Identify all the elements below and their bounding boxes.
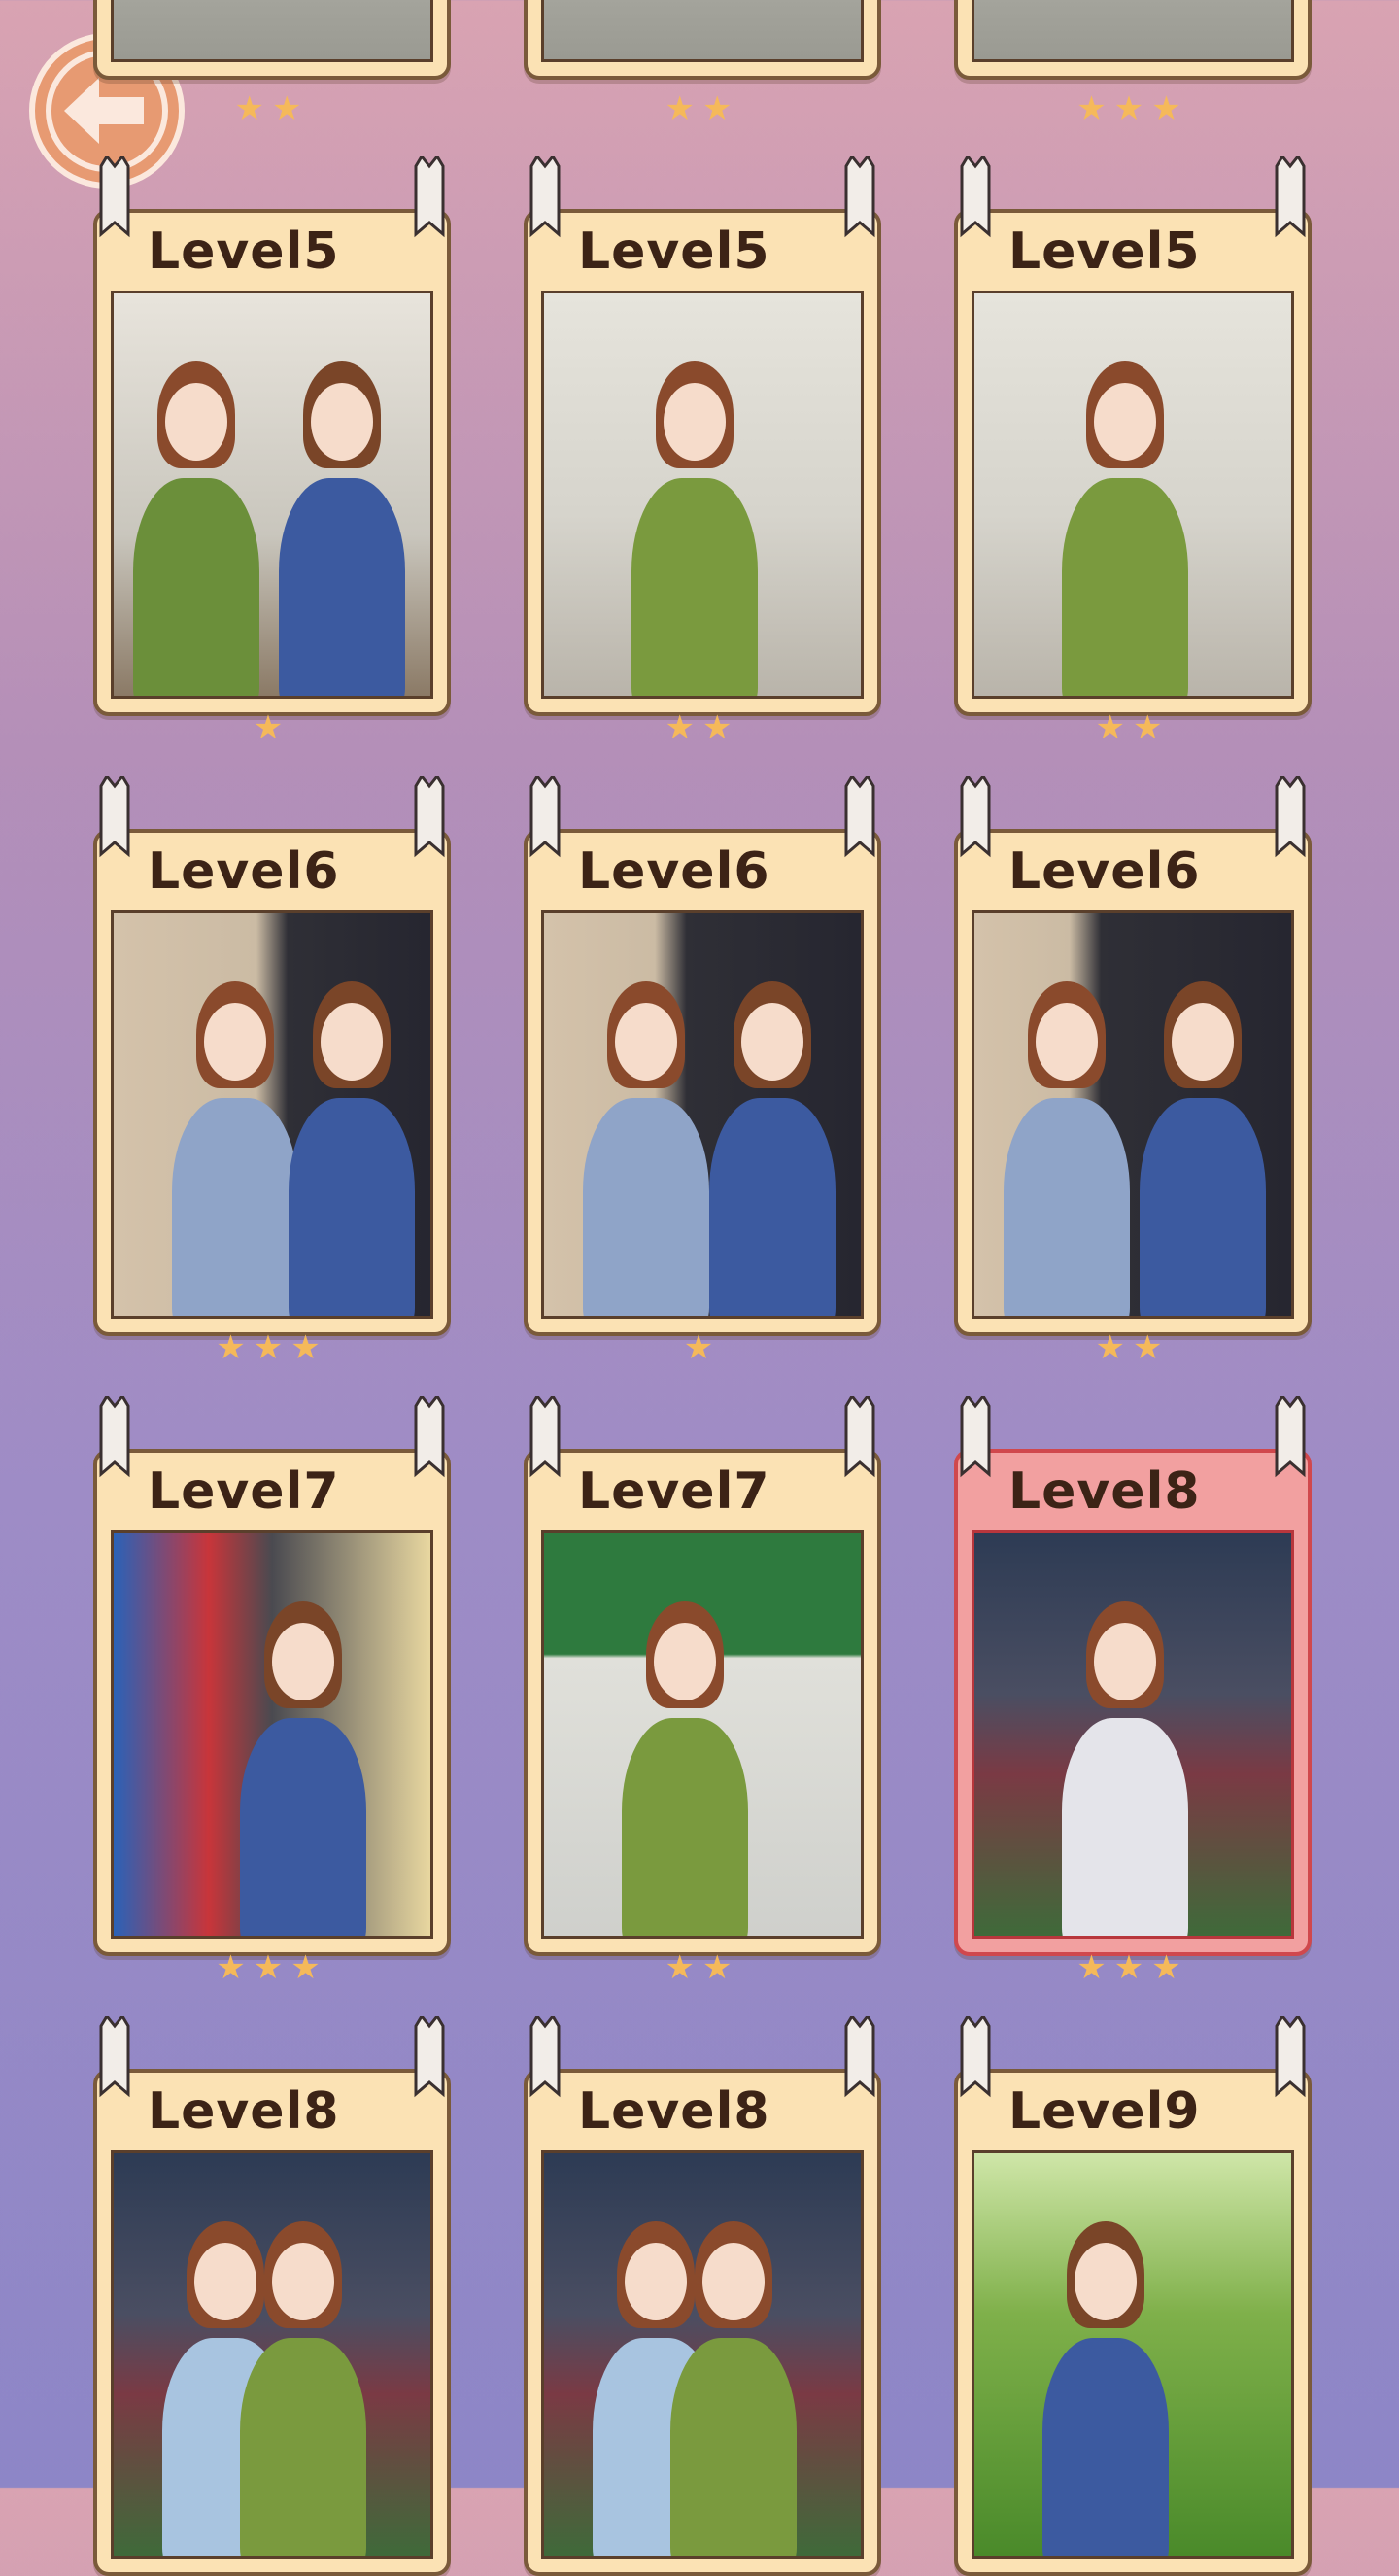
star-rating: ★★★ [216, 1328, 328, 1367]
level-thumbnail [111, 2150, 433, 2559]
level-card[interactable]: Level8 [954, 1396, 1312, 1956]
star-rating: ★★★ [1076, 89, 1189, 128]
star-rating: ★★ [234, 89, 310, 128]
ribbon-icon [414, 1396, 445, 1478]
level-label: Level9 [1008, 2082, 1201, 2141]
ribbon-icon [960, 1396, 991, 1478]
ribbon-icon [99, 776, 130, 858]
level-thumbnail [972, 0, 1294, 62]
ribbon-icon [529, 156, 561, 238]
level-thumbnail [972, 2150, 1294, 2559]
ribbon-icon [414, 776, 445, 858]
level-thumbnail [111, 291, 433, 699]
star-rating: ★ [683, 1328, 722, 1367]
character-figure [1042, 2338, 1169, 2556]
ribbon-icon [960, 776, 991, 858]
ribbon-icon [99, 1396, 130, 1478]
character-figure [1004, 1098, 1130, 1316]
character-figure [709, 1098, 836, 1316]
level-card[interactable]: Level8 [524, 2016, 881, 2576]
level-card[interactable]: Level7 [93, 1396, 451, 1956]
level-label: Level8 [148, 2082, 340, 2141]
level-thumbnail [972, 910, 1294, 1319]
level-card[interactable]: Level9 [954, 2016, 1312, 2576]
ribbon-icon [844, 2016, 875, 2098]
level-card[interactable]: Level6 [93, 776, 451, 1336]
character-figure [670, 2338, 797, 2556]
level-thumbnail [541, 1530, 864, 1939]
character-figure [240, 1718, 366, 1936]
level-thumbnail [541, 291, 864, 699]
ribbon-icon [1275, 776, 1306, 858]
ribbon-icon [414, 156, 445, 238]
character-figure [1062, 1718, 1188, 1936]
level-label: Level8 [578, 2082, 770, 2141]
star-rating: ★★ [665, 89, 740, 128]
level-label: Level5 [578, 223, 770, 281]
level-card[interactable]: Level7 [524, 1396, 881, 1956]
star-rating: ★★ [1095, 1328, 1171, 1367]
level-card-partial[interactable] [93, 0, 451, 80]
character-figure [133, 478, 259, 696]
level-card[interactable]: Level6 [524, 776, 881, 1336]
level-label: Level7 [578, 1462, 770, 1521]
ribbon-icon [529, 2016, 561, 2098]
level-label: Level6 [148, 842, 340, 901]
character-figure [622, 1718, 748, 1936]
star-rating: ★★★ [216, 1948, 328, 1987]
level-label: Level5 [148, 223, 340, 281]
level-thumbnail [972, 1530, 1294, 1939]
ribbon-icon [99, 156, 130, 238]
level-card-partial[interactable] [524, 0, 881, 80]
ribbon-icon [1275, 1396, 1306, 1478]
level-label: Level5 [1008, 223, 1201, 281]
character-figure [631, 478, 758, 696]
level-card-partial[interactable] [954, 0, 1312, 80]
star-rating: ★★ [665, 1948, 740, 1987]
star-rating: ★ [253, 708, 291, 747]
character-figure [172, 1098, 298, 1316]
character-figure [583, 1098, 709, 1316]
level-thumbnail [972, 291, 1294, 699]
ribbon-icon [960, 156, 991, 238]
level-label: Level6 [578, 842, 770, 901]
star-rating: ★★★ [1076, 1948, 1189, 1987]
ribbon-icon [1275, 156, 1306, 238]
ribbon-icon [1275, 2016, 1306, 2098]
character-figure [1140, 1098, 1266, 1316]
level-thumbnail [541, 0, 864, 62]
ribbon-icon [960, 2016, 991, 2098]
character-figure [1062, 478, 1188, 696]
level-label: Level8 [1008, 1462, 1201, 1521]
level-label: Level7 [148, 1462, 340, 1521]
level-thumbnail [541, 910, 864, 1319]
level-thumbnail [111, 910, 433, 1319]
level-thumbnail [111, 1530, 433, 1939]
ribbon-icon [844, 776, 875, 858]
ribbon-icon [529, 776, 561, 858]
level-thumbnail [111, 0, 433, 62]
star-rating: ★★ [665, 708, 740, 747]
ribbon-icon [99, 2016, 130, 2098]
level-card[interactable]: Level5 [93, 156, 451, 716]
level-card[interactable]: Level8 [93, 2016, 451, 2576]
ribbon-icon [844, 156, 875, 238]
star-rating: ★★ [1095, 708, 1171, 747]
level-card[interactable]: Level6 [954, 776, 1312, 1336]
character-figure [279, 478, 405, 696]
ribbon-icon [529, 1396, 561, 1478]
character-figure [289, 1098, 415, 1316]
level-card[interactable]: Level5 [524, 156, 881, 716]
ribbon-icon [414, 2016, 445, 2098]
ribbon-icon [844, 1396, 875, 1478]
level-thumbnail [541, 2150, 864, 2559]
level-label: Level6 [1008, 842, 1201, 901]
level-card[interactable]: Level5 [954, 156, 1312, 716]
character-figure [240, 2338, 366, 2556]
